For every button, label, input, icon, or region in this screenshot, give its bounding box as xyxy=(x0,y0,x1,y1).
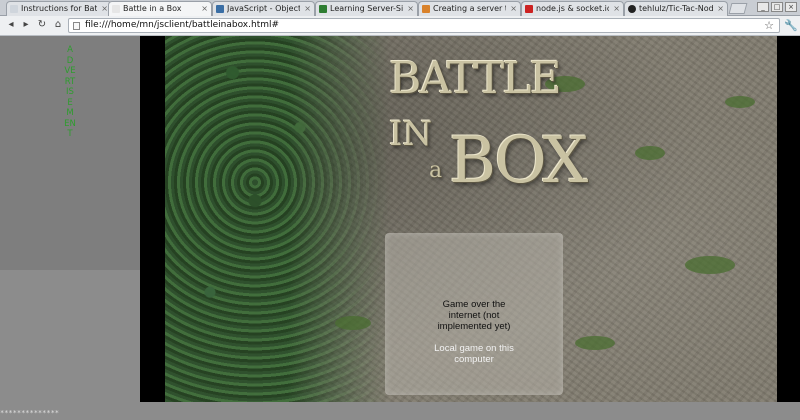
tab-label: Learning Server-Side xyxy=(330,4,403,13)
tab-strip: Instructions for Batt × Battle in a Box … xyxy=(0,0,800,16)
close-icon[interactable]: × xyxy=(407,2,414,15)
site-icon xyxy=(319,5,327,13)
youtube-icon xyxy=(525,5,533,13)
tab-label: Battle in a Box xyxy=(123,4,182,13)
tab-label: Instructions for Batt xyxy=(21,4,97,13)
game-canvas[interactable]: BATTLE IN a BOX Game over the internet (… xyxy=(165,36,777,402)
logo-battle: BATTLE xyxy=(389,53,562,104)
moss-patch xyxy=(575,336,615,350)
document-icon xyxy=(10,5,18,13)
status-dots: ************** xyxy=(0,409,60,417)
page-content: ADVERTISEMENT BATTLE IN a BOX Game over … xyxy=(0,36,800,420)
moss-patch xyxy=(725,96,755,108)
forward-icon[interactable]: ▸ xyxy=(20,19,32,31)
site-icon xyxy=(216,5,224,13)
ivy-decoration xyxy=(165,36,390,402)
close-icon[interactable]: × xyxy=(101,2,108,15)
local-game-option[interactable]: Local game on this computer xyxy=(385,343,563,365)
new-tab-button[interactable] xyxy=(728,3,748,14)
logo-in: IN xyxy=(389,114,433,154)
window-close-icon[interactable]: × xyxy=(785,2,797,12)
close-icon[interactable]: × xyxy=(613,2,620,15)
online-game-label: Game over the internet (not implemented … xyxy=(437,299,511,332)
tab-label: Creating a server to xyxy=(433,4,506,13)
moss-patch xyxy=(635,146,665,160)
advertisement-panel: ADVERTISEMENT xyxy=(0,36,140,270)
browser-toolbar: ◂ ▸ ↻ ⌂ file:///home/mn/jsclient/battlei… xyxy=(0,16,800,36)
wrench-icon[interactable]: 🔧 xyxy=(784,19,798,32)
game-logo: BATTLE IN a BOX xyxy=(389,53,588,224)
logo-a: a xyxy=(429,158,443,183)
close-icon[interactable]: × xyxy=(510,2,517,15)
local-game-label: Local game on this computer xyxy=(434,343,514,365)
tab-javascript-objects[interactable]: JavaScript - Objects × xyxy=(212,1,315,16)
document-icon xyxy=(112,5,120,13)
site-icon xyxy=(422,5,430,13)
moss-patch xyxy=(335,316,371,330)
tab-battle-in-a-box[interactable]: Battle in a Box × xyxy=(108,1,212,16)
github-icon xyxy=(628,5,636,13)
online-game-option[interactable]: Game over the internet (not implemented … xyxy=(385,299,563,332)
advertisement-label: ADVERTISEMENT xyxy=(64,45,76,139)
url-text[interactable]: file:///home/mn/jsclient/battleinabox.ht… xyxy=(85,20,279,30)
logo-box: BOX xyxy=(449,124,588,198)
minimize-icon[interactable]: _ xyxy=(757,2,769,12)
page-icon xyxy=(73,22,80,30)
tab-label: tehlulz/Tic-Tac-Node xyxy=(639,4,713,13)
close-icon[interactable]: × xyxy=(201,2,208,15)
address-bar[interactable]: file:///home/mn/jsclient/battleinabox.ht… xyxy=(68,18,780,33)
tab-learning-server-side[interactable]: Learning Server-Side × xyxy=(315,1,418,16)
tab-label: JavaScript - Objects xyxy=(227,4,300,13)
back-icon[interactable]: ◂ xyxy=(5,19,17,31)
tab-nodejs-socketio[interactable]: node.js & socket.io T × xyxy=(521,1,624,16)
tab-label: node.js & socket.io T xyxy=(536,4,609,13)
reload-icon[interactable]: ↻ xyxy=(36,19,48,31)
tab-tic-tac-node[interactable]: tehlulz/Tic-Tac-Node × xyxy=(624,1,728,16)
tab-instructions[interactable]: Instructions for Batt × xyxy=(6,1,112,16)
bookmark-star-icon[interactable]: ☆ xyxy=(764,19,774,32)
game-menu: Game over the internet (not implemented … xyxy=(385,233,563,395)
maximize-icon[interactable]: □ xyxy=(771,2,783,12)
moss-patch xyxy=(685,256,735,274)
close-icon[interactable]: × xyxy=(717,2,724,15)
home-icon[interactable]: ⌂ xyxy=(52,19,64,31)
tab-creating-a-server[interactable]: Creating a server to × xyxy=(418,1,521,16)
close-icon[interactable]: × xyxy=(304,2,311,15)
